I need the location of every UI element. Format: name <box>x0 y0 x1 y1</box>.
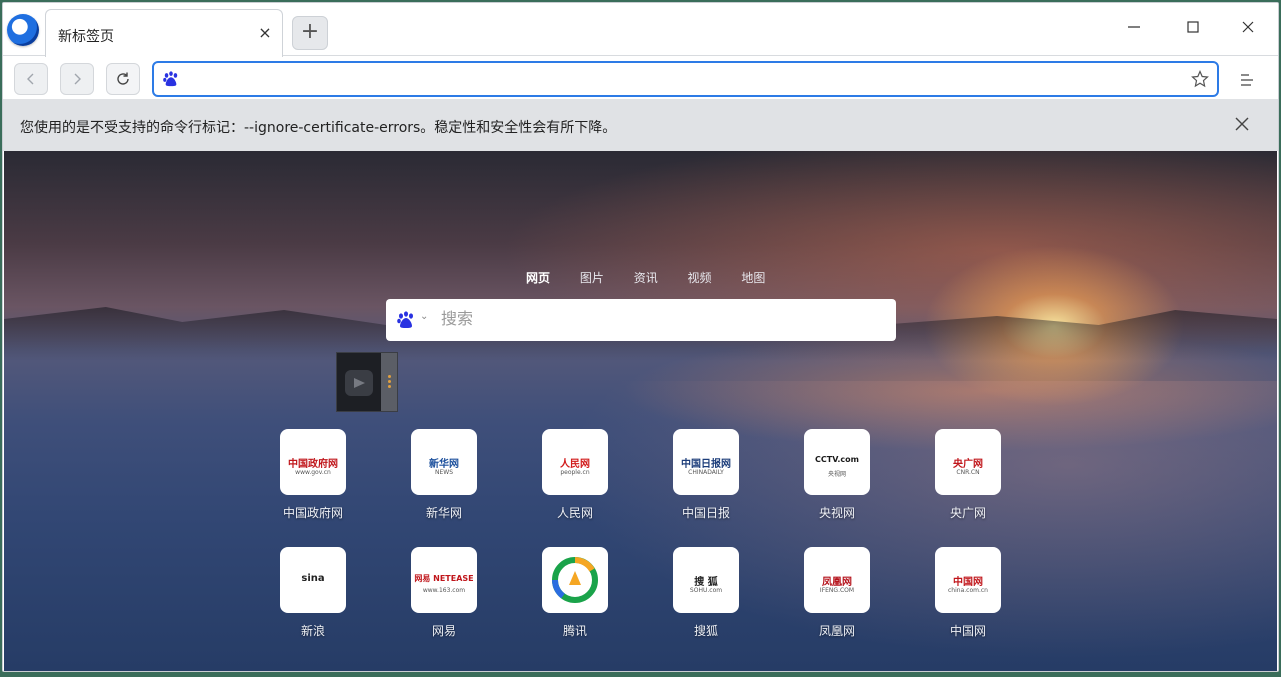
search-tab-web[interactable]: 网页 <box>526 269 550 286</box>
browser-logo-icon <box>7 14 39 46</box>
shortcut-tile[interactable]: 腾讯 <box>525 547 625 639</box>
maximize-button[interactable] <box>1173 15 1213 43</box>
infobar-close-icon[interactable] <box>1233 115 1251 133</box>
shortcut-logo-subtext: NEWS <box>434 469 454 476</box>
shortcut-label: 中国政府网 <box>282 506 343 520</box>
shortcut-label: 新华网 <box>425 506 462 520</box>
search-tab-images[interactable]: 图片 <box>580 269 604 286</box>
search-tab-video[interactable]: 视频 <box>688 269 712 286</box>
shortcut-logo-icon <box>542 547 608 613</box>
shortcut-logo-subtext: www.gov.cn <box>295 469 331 476</box>
tab-close-icon[interactable]: × <box>256 24 274 42</box>
search-category-tabs: 网页 图片 资讯 视频 地图 <box>526 269 791 286</box>
shortcut-label: 中国日报 <box>681 506 730 520</box>
shortcut-tile[interactable]: CCTV.com 央视网 央视网 <box>787 429 887 521</box>
browser-window: 新标签页 × + 您使用的是不受支持的命令行标记：--ignore-certif… <box>2 2 1279 672</box>
forward-button[interactable] <box>60 63 94 95</box>
back-button[interactable] <box>14 63 48 95</box>
address-bar[interactable] <box>152 61 1219 97</box>
shortcut-logo-subtext: 央视网 <box>827 471 846 478</box>
shortcut-tile[interactable]: 新华网 NEWS 新华网 <box>394 429 494 521</box>
maximize-icon <box>1187 21 1199 33</box>
search-tab-map[interactable]: 地图 <box>741 269 765 286</box>
shortcut-logo-text: CCTV.com <box>815 455 859 464</box>
minimize-button[interactable] <box>1114 15 1154 43</box>
shortcut-logo-icon: 央广网 CNR.CN <box>935 429 1001 495</box>
shortcut-logo-text: 中国政府网 <box>288 459 338 470</box>
shortcut-tile[interactable]: 中国网 china.com.cn 中国网 <box>918 547 1018 639</box>
shortcut-label: 人民网 <box>556 506 593 520</box>
shortcut-label: 中国网 <box>949 624 986 638</box>
shortcut-logo-subtext: SOHU.com <box>689 587 723 594</box>
tab-title: 新标签页 <box>58 29 114 45</box>
shortcut-logo-icon: 凤凰网 IFENG.COM <box>804 547 870 613</box>
shortcut-logo-icon: 搜 狐 SOHU.com <box>673 547 739 613</box>
shortcut-logo-subtext: IFENG.COM <box>819 587 855 594</box>
shortcut-logo-text: 央广网 <box>953 459 983 470</box>
shortcut-label: 网易 <box>431 624 456 638</box>
shortcut-tile[interactable]: 网易 NETEASE www.163.com 网易 <box>394 547 494 639</box>
shortcut-logo-icon: 新华网 NEWS <box>411 429 477 495</box>
search-tab-news[interactable]: 资讯 <box>634 269 658 286</box>
shortcut-logo-text: 新华网 <box>429 459 459 470</box>
shortcut-logo-icon: 中国政府网 www.gov.cn <box>280 429 346 495</box>
shortcut-tile[interactable]: 搜 狐 SOHU.com 搜狐 <box>656 547 756 639</box>
shortcut-tile[interactable]: 中国日报网 CHINADAILY 中国日报 <box>656 429 756 521</box>
shortcut-logo-text: 人民网 <box>560 459 590 470</box>
address-input[interactable] <box>186 67 1176 93</box>
shortcut-label: 央视网 <box>818 506 855 520</box>
shortcut-logo-icon: 人民网 people.cn <box>542 429 608 495</box>
shortcut-tile[interactable]: 凤凰网 IFENG.COM 凤凰网 <box>787 547 887 639</box>
chevron-right-icon <box>74 73 81 85</box>
shortcut-tile[interactable]: 中国政府网 www.gov.cn 中国政府网 <box>263 429 363 521</box>
close-icon <box>1242 21 1254 33</box>
shortcut-logo-icon: sina <box>280 547 346 613</box>
drag-handle[interactable] <box>381 353 397 411</box>
search-box: ⌄ <box>386 299 896 341</box>
shortcut-label: 腾讯 <box>562 624 587 638</box>
shortcut-logo-icon: 网易 NETEASE www.163.com <box>411 547 477 613</box>
close-window-button[interactable] <box>1228 15 1268 43</box>
new-tab-page: 网页 图片 资讯 视频 地图 ⌄ 中国政府网www.gov.cn中国政府网新华网… <box>4 151 1277 671</box>
shortcut-label: 新浪 <box>300 624 325 638</box>
tab-strip: 新标签页 × + <box>3 3 1278 57</box>
shortcut-logo-subtext: CNR.CN <box>956 469 980 476</box>
toolbar <box>3 57 1278 99</box>
search-input[interactable] <box>441 307 881 333</box>
warning-infobar: 您使用的是不受支持的命令行标记：--ignore-certificate-err… <box>3 99 1278 151</box>
shortcut-label: 凤凰网 <box>818 624 855 638</box>
shortcut-logo-subtext: people.cn <box>560 469 590 476</box>
shortcut-tile[interactable]: 央广网 CNR.CN 央广网 <box>918 429 1018 521</box>
shortcut-logo-text: 中国日报网 <box>681 459 731 470</box>
shortcut-tile[interactable]: 人民网 people.cn 人民网 <box>525 429 625 521</box>
video-icon <box>345 370 373 396</box>
shortcut-label: 央广网 <box>949 506 986 520</box>
reload-icon <box>117 72 129 85</box>
bookmark-star-icon[interactable] <box>1191 70 1209 88</box>
shortcut-logo-text: 搜 狐 <box>694 577 718 588</box>
shortcut-logo-subtext: www.163.com <box>422 587 466 594</box>
shortcut-logo-subtext: CHINADAILY <box>688 469 724 476</box>
shortcut-logo-icon: 中国日报网 CHINADAILY <box>673 429 739 495</box>
video-pip-widget[interactable] <box>336 352 398 412</box>
shortcut-logo-text: 凤凰网 <box>822 577 852 588</box>
chevron-down-icon[interactable]: ⌄ <box>420 311 428 322</box>
chevron-left-icon <box>27 73 34 85</box>
reload-button[interactable] <box>106 63 140 95</box>
menu-icon[interactable] <box>1237 71 1257 89</box>
shortcut-logo-text: sina <box>301 573 325 584</box>
shortcut-logo-text: 中国网 <box>953 577 983 588</box>
new-tab-button[interactable]: + <box>292 16 328 50</box>
minimize-icon <box>1128 26 1140 28</box>
tab-new-tab[interactable]: 新标签页 × <box>45 9 283 57</box>
baidu-paw-icon <box>163 71 178 87</box>
infobar-message: 您使用的是不受支持的命令行标记：--ignore-certificate-err… <box>20 120 617 136</box>
shortcut-logo-subtext: china.com.cn <box>948 587 988 594</box>
shortcut-label: 搜狐 <box>693 624 718 638</box>
shortcut-logo-icon: CCTV.com 央视网 <box>804 429 870 495</box>
shortcut-logo-icon: 中国网 china.com.cn <box>935 547 1001 613</box>
shortcut-tile[interactable]: sina 新浪 <box>263 547 363 639</box>
baidu-paw-icon[interactable] <box>396 311 416 329</box>
shortcut-logo-text: 网易 NETEASE <box>414 574 474 583</box>
